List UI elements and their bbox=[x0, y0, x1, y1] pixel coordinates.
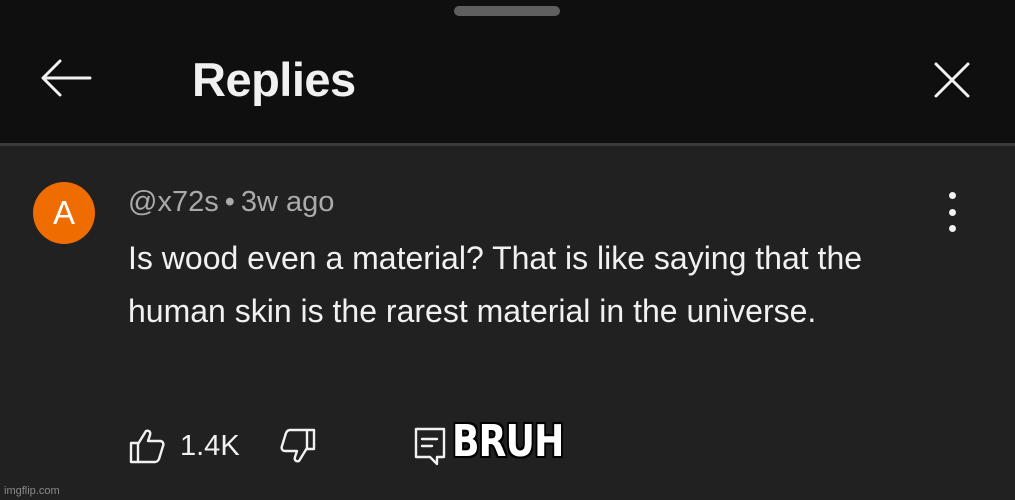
reply-button[interactable] bbox=[410, 424, 450, 468]
like-button[interactable]: 1.4K bbox=[128, 424, 240, 468]
meme-caption: BRUH bbox=[452, 416, 564, 467]
page-title: Replies bbox=[192, 53, 356, 106]
comment-time: 3w ago bbox=[240, 186, 335, 218]
comment-author[interactable]: @x72s bbox=[128, 186, 219, 218]
replies-header: Replies bbox=[0, 0, 1015, 143]
close-icon bbox=[934, 62, 970, 98]
meta-separator: • bbox=[224, 186, 235, 218]
like-count: 1.4K bbox=[180, 429, 240, 462]
reply-comment-icon bbox=[414, 427, 446, 466]
more-options-button[interactable] bbox=[936, 192, 968, 232]
drag-handle[interactable] bbox=[454, 6, 560, 16]
dislike-button[interactable] bbox=[276, 424, 320, 468]
thumbs-up-icon bbox=[129, 429, 165, 464]
comment-meta: @x72s • 3w ago bbox=[128, 184, 334, 220]
avatar[interactable]: A bbox=[33, 182, 95, 244]
more-vertical-icon bbox=[948, 192, 956, 199]
arrow-left-icon bbox=[41, 59, 92, 97]
more-vertical-icon-dot bbox=[948, 208, 956, 216]
comment-text: Is wood even a material? That is like sa… bbox=[128, 240, 863, 329]
close-button[interactable] bbox=[924, 52, 980, 108]
imgflip-watermark: imgflip.com bbox=[4, 485, 60, 497]
back-button[interactable] bbox=[36, 52, 94, 104]
thumbs-down-icon bbox=[280, 428, 316, 463]
more-vertical-icon-dot bbox=[948, 225, 956, 232]
